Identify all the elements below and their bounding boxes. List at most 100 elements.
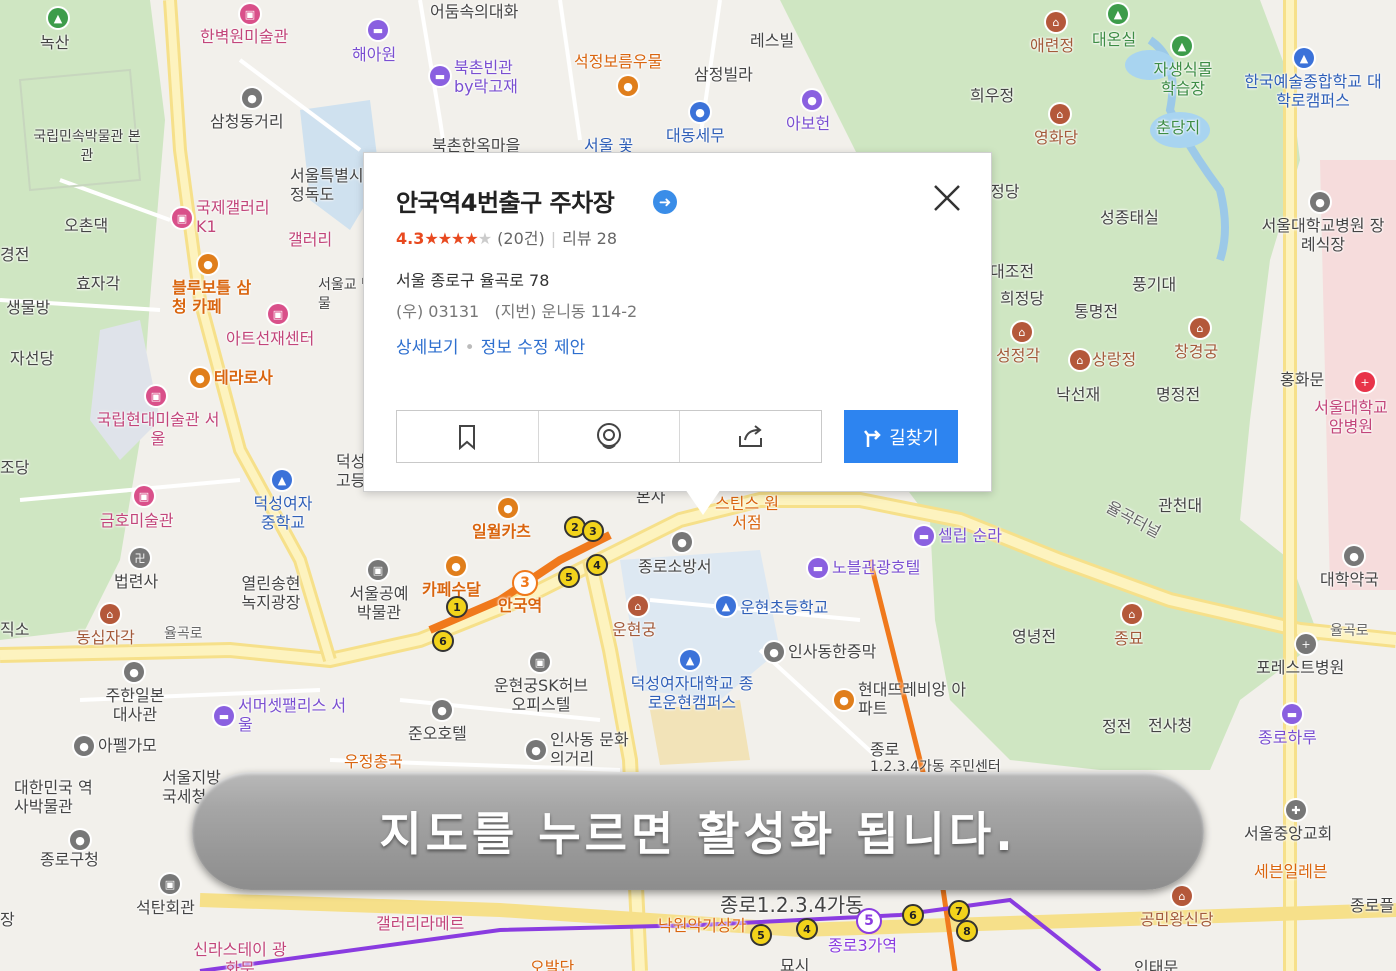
- subway-exit-3-icon[interactable]: 3: [582, 520, 604, 542]
- map-label[interactable]: 한벽원미술관: [200, 27, 288, 46]
- map-label[interactable]: 풍기대: [1132, 275, 1176, 294]
- map-label[interactable]: 정당: [990, 182, 1019, 201]
- map-label[interactable]: 자선당: [10, 349, 54, 368]
- map-label[interactable]: 종로하루: [1258, 728, 1317, 747]
- map-label[interactable]: 운현초등학교: [740, 598, 828, 617]
- map-label[interactable]: 통명전: [1074, 302, 1118, 321]
- map-label[interactable]: 갤러리라메르: [376, 914, 464, 933]
- map-label[interactable]: 묘시: [780, 956, 809, 971]
- map-label[interactable]: 동십자각: [76, 628, 135, 647]
- map-label[interactable]: 율곡로: [164, 625, 203, 644]
- map-label[interactable]: 직소: [0, 620, 29, 639]
- map-label[interactable]: 조당: [0, 458, 29, 477]
- map-label[interactable]: 북촌빈관 by락고재: [454, 58, 534, 96]
- map-label[interactable]: 셀립 순라: [938, 526, 1002, 545]
- map-label[interactable]: 영녕전: [1012, 627, 1056, 646]
- map-label[interactable]: 관천대: [1158, 496, 1202, 515]
- detail-link[interactable]: 상세보기: [396, 338, 459, 358]
- map-label[interactable]: 생물방: [6, 298, 50, 317]
- map-label[interactable]: 효자각: [76, 274, 120, 293]
- subway-exit-icon[interactable]: 7: [948, 900, 970, 922]
- map-label[interactable]: 대동세무: [666, 126, 725, 145]
- rating-count[interactable]: (20건): [497, 229, 545, 248]
- subway-exit-icon[interactable]: 5: [750, 924, 772, 946]
- map-label[interactable]: 오촌댁: [64, 216, 108, 235]
- review-count[interactable]: 리뷰 28: [562, 229, 617, 248]
- map-label[interactable]: 삼청동거리: [210, 112, 284, 131]
- map-label[interactable]: 창경궁: [1174, 342, 1218, 361]
- map-label[interactable]: 영화당: [1034, 128, 1078, 147]
- map-label[interactable]: 해아원: [352, 45, 396, 64]
- map-label[interactable]: 종로1.2.3.4가동: [720, 895, 864, 915]
- map-label[interactable]: 덕성 고등: [336, 452, 366, 490]
- map-label[interactable]: 종묘: [1114, 629, 1143, 648]
- map-label[interactable]: 서머셋팰리스 서울: [238, 696, 348, 734]
- subway-exit-icon[interactable]: 6: [902, 904, 924, 926]
- map-label[interactable]: 경전: [0, 245, 29, 264]
- map-label[interactable]: 열린송현 녹지광장: [236, 574, 306, 612]
- map-label[interactable]: 희우정: [970, 86, 1014, 105]
- map-label[interactable]: 인태문: [1134, 958, 1178, 971]
- map-label[interactable]: 준오호텔: [408, 724, 467, 743]
- map-label[interactable]: 국립현대미술관 서울: [96, 410, 220, 448]
- subway-exit-4-icon[interactable]: 4: [586, 554, 608, 576]
- map-label[interactable]: 인사동한증막: [788, 642, 876, 661]
- map-label[interactable]: 장: [0, 910, 15, 929]
- map-label[interactable]: 스틴스 원서점: [712, 494, 782, 532]
- subway-line-3-icon[interactable]: 3: [512, 570, 538, 596]
- subway-exit-5-icon[interactable]: 5: [558, 566, 580, 588]
- map-label[interactable]: 성정각: [996, 346, 1040, 365]
- share-button[interactable]: [680, 411, 821, 462]
- map-label[interactable]: 석정보름우물: [574, 52, 662, 71]
- map-label[interactable]: 덕성여자대학교 종로운현캠퍼스: [630, 674, 754, 712]
- map-label[interactable]: 덕성여자 중학교: [248, 494, 318, 532]
- map-label[interactable]: 서울대학교병원 장례식장: [1258, 216, 1388, 254]
- map-label[interactable]: 신라스테이 광화문: [190, 940, 290, 971]
- map-label[interactable]: 인사동 문화의거리: [550, 730, 640, 768]
- subway-line-5-icon[interactable]: 5: [856, 908, 882, 934]
- map-label[interactable]: 종로3가역: [828, 936, 897, 955]
- activate-map-banner[interactable]: 지도를 누르면 활성화 됩니다.: [192, 772, 1204, 890]
- map-label[interactable]: 현대뜨레비앙 아파트: [858, 680, 968, 718]
- map-label[interactable]: 서울특별시 정독도: [290, 166, 370, 204]
- map-label[interactable]: 아펠가모: [98, 736, 157, 755]
- map-label[interactable]: 갤러리: [288, 230, 332, 249]
- map-label[interactable]: 한국예술종합학교 대학로캠퍼스: [1238, 72, 1388, 110]
- map-label[interactable]: 금호미술관: [100, 511, 174, 530]
- map-label[interactable]: 대온실: [1092, 30, 1136, 49]
- map-label[interactable]: 대학약국: [1320, 570, 1379, 589]
- map-label[interactable]: 종로: [870, 740, 899, 759]
- map-label[interactable]: 안국역: [498, 596, 542, 615]
- subway-exit-icon[interactable]: 8: [956, 920, 978, 942]
- map-label[interactable]: 테라로사: [214, 368, 273, 387]
- bookmark-button[interactable]: [397, 411, 539, 462]
- edit-suggestion-link[interactable]: 정보 수정 제안: [481, 338, 586, 358]
- map-label[interactable]: 춘당지: [1156, 118, 1200, 137]
- map-label[interactable]: 법련사: [114, 572, 158, 591]
- subway-exit-6-icon[interactable]: 6: [432, 630, 454, 652]
- map-label[interactable]: 공민왕신당: [1140, 910, 1214, 929]
- map-label[interactable]: 서울중앙교회: [1244, 824, 1332, 843]
- map-label[interactable]: 전사청: [1148, 716, 1192, 735]
- roadview-button[interactable]: [539, 411, 681, 462]
- map-label[interactable]: 애련정: [1030, 36, 1074, 55]
- map-label[interactable]: 우정총국: [344, 752, 403, 771]
- map-label[interactable]: 석탄회관: [136, 898, 195, 917]
- map-label[interactable]: 삼정빌라: [694, 65, 753, 84]
- map-label[interactable]: 명정전: [1156, 385, 1200, 404]
- map-label[interactable]: 대조전: [990, 262, 1034, 281]
- arrow-right-circle-icon[interactable]: ➜: [653, 190, 677, 214]
- subway-exit-icon[interactable]: 4: [796, 918, 818, 940]
- map-label[interactable]: 희정당: [1000, 289, 1044, 308]
- map-label[interactable]: 낙선재: [1056, 385, 1100, 404]
- close-icon[interactable]: [929, 180, 965, 216]
- map-label[interactable]: 어둠속의대화: [430, 2, 518, 21]
- map-label[interactable]: 운현궁SK허브 오피스텔: [486, 676, 596, 714]
- map-label[interactable]: 블루보틀 삼청 카페: [172, 278, 262, 316]
- map-label[interactable]: 아보헌: [786, 114, 830, 133]
- map-label[interactable]: 종로플: [1350, 896, 1394, 915]
- directions-button[interactable]: 길찾기: [844, 410, 958, 463]
- map-label[interactable]: 레스빌: [750, 31, 794, 50]
- map-label[interactable]: 포레스트병원: [1256, 658, 1344, 677]
- map-label[interactable]: 자생식물 학습장: [1148, 60, 1218, 98]
